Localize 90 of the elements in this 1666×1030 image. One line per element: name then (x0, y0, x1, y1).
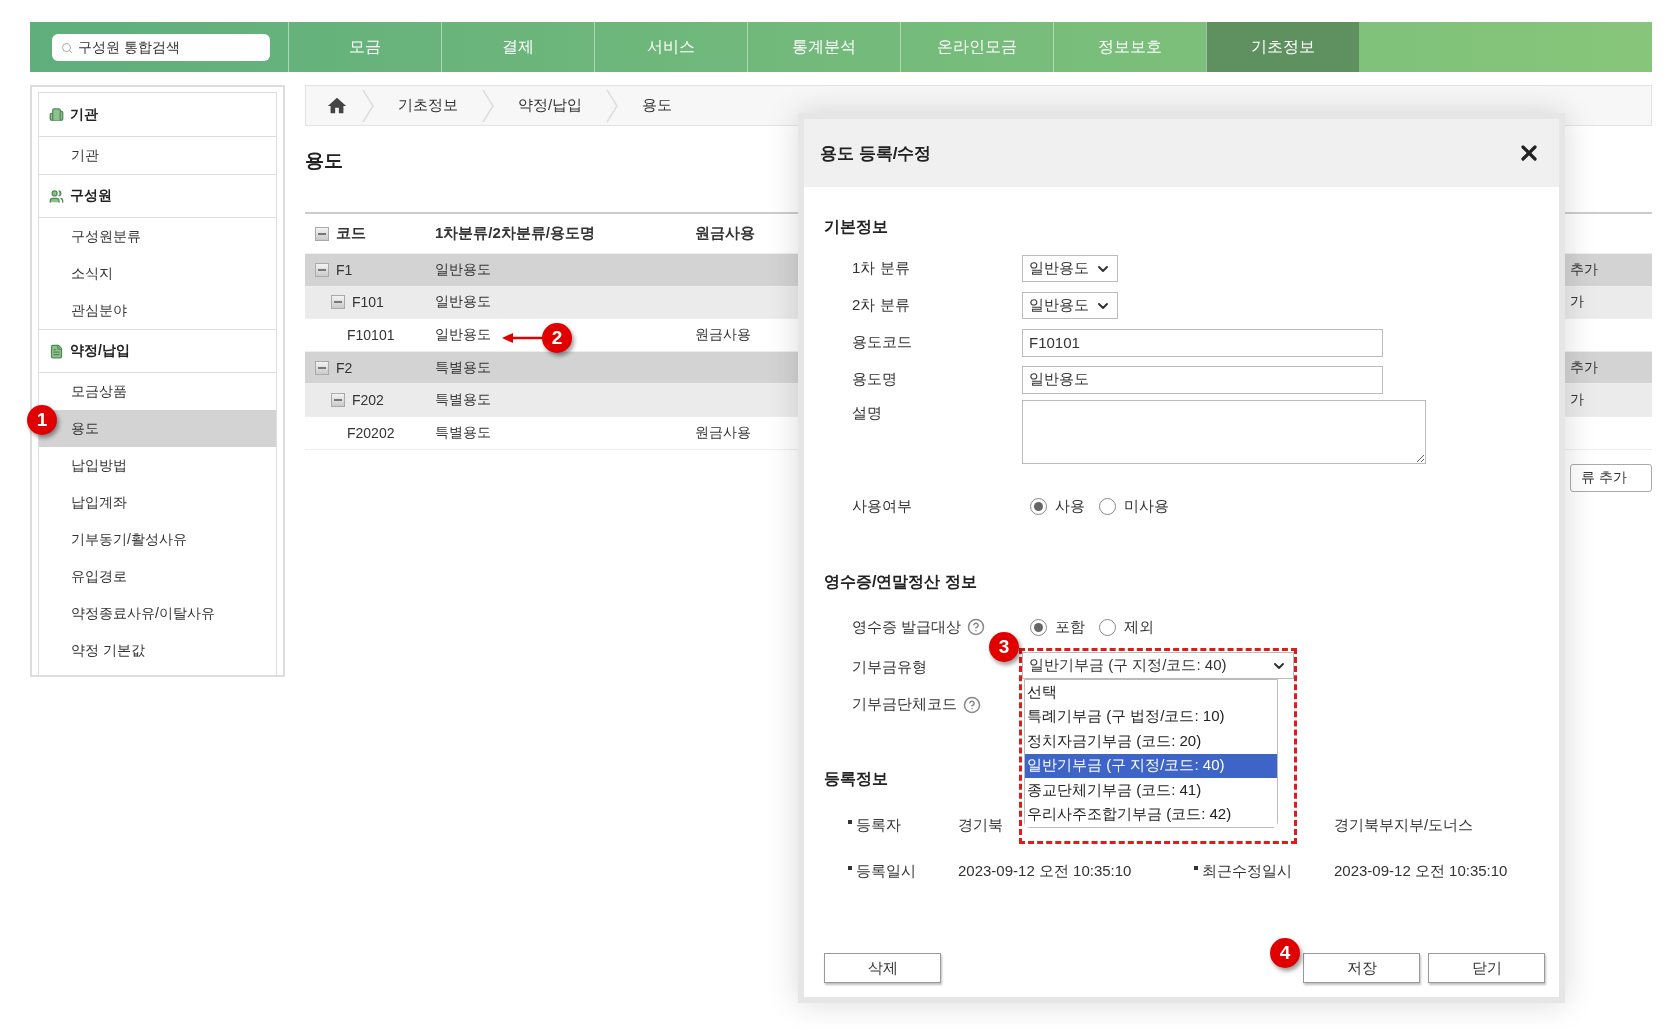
delete-button[interactable]: 삭제 (824, 953, 941, 983)
info-label: 최근수정일시 (1194, 861, 1292, 881)
table-cell: F1 (336, 261, 353, 278)
breadcrumb-item[interactable]: 기초정보 (398, 96, 458, 115)
info-value: 2023-09-12 오전 10:35:10 (1334, 861, 1508, 881)
table-cell: 특별용도 (435, 391, 491, 410)
sidebar-item[interactable]: 납입방법 (39, 447, 276, 484)
info-value: 경기북부지부/도너스 (1334, 815, 1474, 835)
textarea-field[interactable] (1022, 400, 1426, 464)
field-label: 설명 (852, 404, 882, 423)
sidebar-item[interactable]: 기관 (39, 137, 276, 174)
table-cell: F101 (352, 294, 384, 311)
table-cell: 가 (1570, 391, 1584, 410)
sidebar-item[interactable]: 약정 기본값 (39, 632, 276, 669)
radio-option[interactable]: 미사용 (1099, 496, 1169, 516)
table-cell: 특별용도 (435, 358, 491, 377)
field-label: 사용여부 (852, 496, 912, 516)
sidebar-item[interactable]: 기부동기/활성사유 (39, 521, 276, 558)
table-cell: 원금사용 (695, 326, 751, 344)
help-icon[interactable] (963, 695, 981, 714)
sidebar-item[interactable]: 납입계좌 (39, 484, 276, 521)
field-label: 2차 분류 (852, 296, 910, 315)
table-cell: 일반용도 (435, 260, 491, 279)
nav-tab[interactable]: 기초정보 (1206, 22, 1359, 72)
search-field[interactable]: 구성원 통합검색 (52, 33, 270, 61)
sidebar-item[interactable]: 관심분야 (39, 292, 276, 329)
sidebar-item[interactable]: 소식지 (39, 255, 276, 292)
close-button[interactable]: 닫기 (1428, 953, 1545, 983)
sidebar-item[interactable]: 구성원분류 (39, 218, 276, 255)
info-value: 경기북 (958, 815, 1003, 835)
field-label: 기부금단체코드 (852, 695, 957, 714)
field-label: 용도코드 (852, 333, 912, 352)
table-cell: 일반용도 (435, 326, 491, 344)
section-icon (49, 188, 64, 204)
table-cell: F20202 (347, 424, 395, 441)
radio-option[interactable]: 사용 (1030, 496, 1085, 516)
sidebar-item[interactable]: 약정종료사유/이탈사유 (39, 595, 276, 632)
info-label: 등록일시 (848, 861, 916, 881)
table-cell: F10101 (347, 327, 395, 343)
page-title: 용도 (305, 149, 343, 173)
collapse-icon[interactable] (315, 360, 329, 375)
select-box[interactable]: 일반용도 (1022, 292, 1118, 319)
table-cell: 추가 (1570, 358, 1598, 377)
sidebar-item[interactable]: 유입경로 (39, 558, 276, 595)
search-icon (61, 41, 73, 54)
table-cell: 특별용도 (435, 423, 491, 442)
save-button[interactable]: 저장 (1303, 953, 1420, 983)
sidebar-heading: 구성원 (70, 187, 112, 205)
section-title: 등록정보 (824, 769, 889, 789)
section-icon (49, 343, 64, 359)
chevron-icon (606, 88, 619, 123)
info-value: 2023-09-12 오전 10:35:10 (958, 861, 1132, 881)
column-header: 코드 (336, 224, 366, 243)
table-cell: 일반용도 (435, 293, 491, 312)
table-cell: 가 (1570, 293, 1584, 312)
collapse-icon[interactable] (315, 226, 329, 241)
select-box[interactable]: 일반용도 (1022, 255, 1118, 282)
table-cell: 원금사용 (695, 423, 751, 442)
collapse-icon[interactable] (331, 295, 345, 310)
chevron-icon (362, 88, 374, 123)
add-button[interactable]: 류 추가 (1570, 463, 1652, 492)
collapse-icon[interactable] (315, 262, 329, 277)
text-field[interactable]: 일반용도 (1022, 365, 1383, 394)
text-field[interactable]: F10101 (1022, 328, 1383, 357)
step-badge: 1 (27, 405, 57, 435)
breadcrumb-item[interactable]: 약정/납입 (518, 96, 583, 115)
radio-option[interactable]: 제외 (1099, 617, 1154, 637)
sidebar-heading: 기관 (70, 105, 98, 124)
info-label: 등록자 (848, 815, 901, 835)
select-box[interactable]: 일반기부금 (구 지정/코드: 40) (1022, 652, 1294, 679)
column-header: 1차분류/2차분류/용도명 (435, 224, 596, 243)
field-label: 기부금유형 (852, 658, 927, 677)
help-icon[interactable] (967, 618, 986, 636)
dropdown-option[interactable]: 일반기부금 (구 지정/코드: 40) (1025, 753, 1277, 778)
table-cell: F2 (336, 359, 353, 376)
radio-option[interactable]: 포함 (1030, 617, 1085, 637)
sidebar-heading: 약정/납입 (70, 342, 130, 360)
table-cell: 추가 (1570, 260, 1598, 279)
field-label: 용도명 (852, 370, 897, 389)
chevron-icon (482, 88, 494, 123)
table-cell: F202 (352, 392, 384, 409)
breadcrumb-item[interactable]: 용도 (642, 96, 673, 115)
field-label: 영수증 발급대상 (852, 617, 962, 637)
field-label: 1차 분류 (852, 259, 910, 278)
dialog-title: 용도 등록/수정 (820, 142, 932, 165)
section-title: 기본정보 (824, 217, 889, 237)
column-header: 원금사용 (695, 224, 755, 243)
section-title: 영수증/연말정산 정보 (824, 572, 978, 592)
section-icon (49, 107, 64, 122)
collapse-icon[interactable] (331, 393, 345, 408)
